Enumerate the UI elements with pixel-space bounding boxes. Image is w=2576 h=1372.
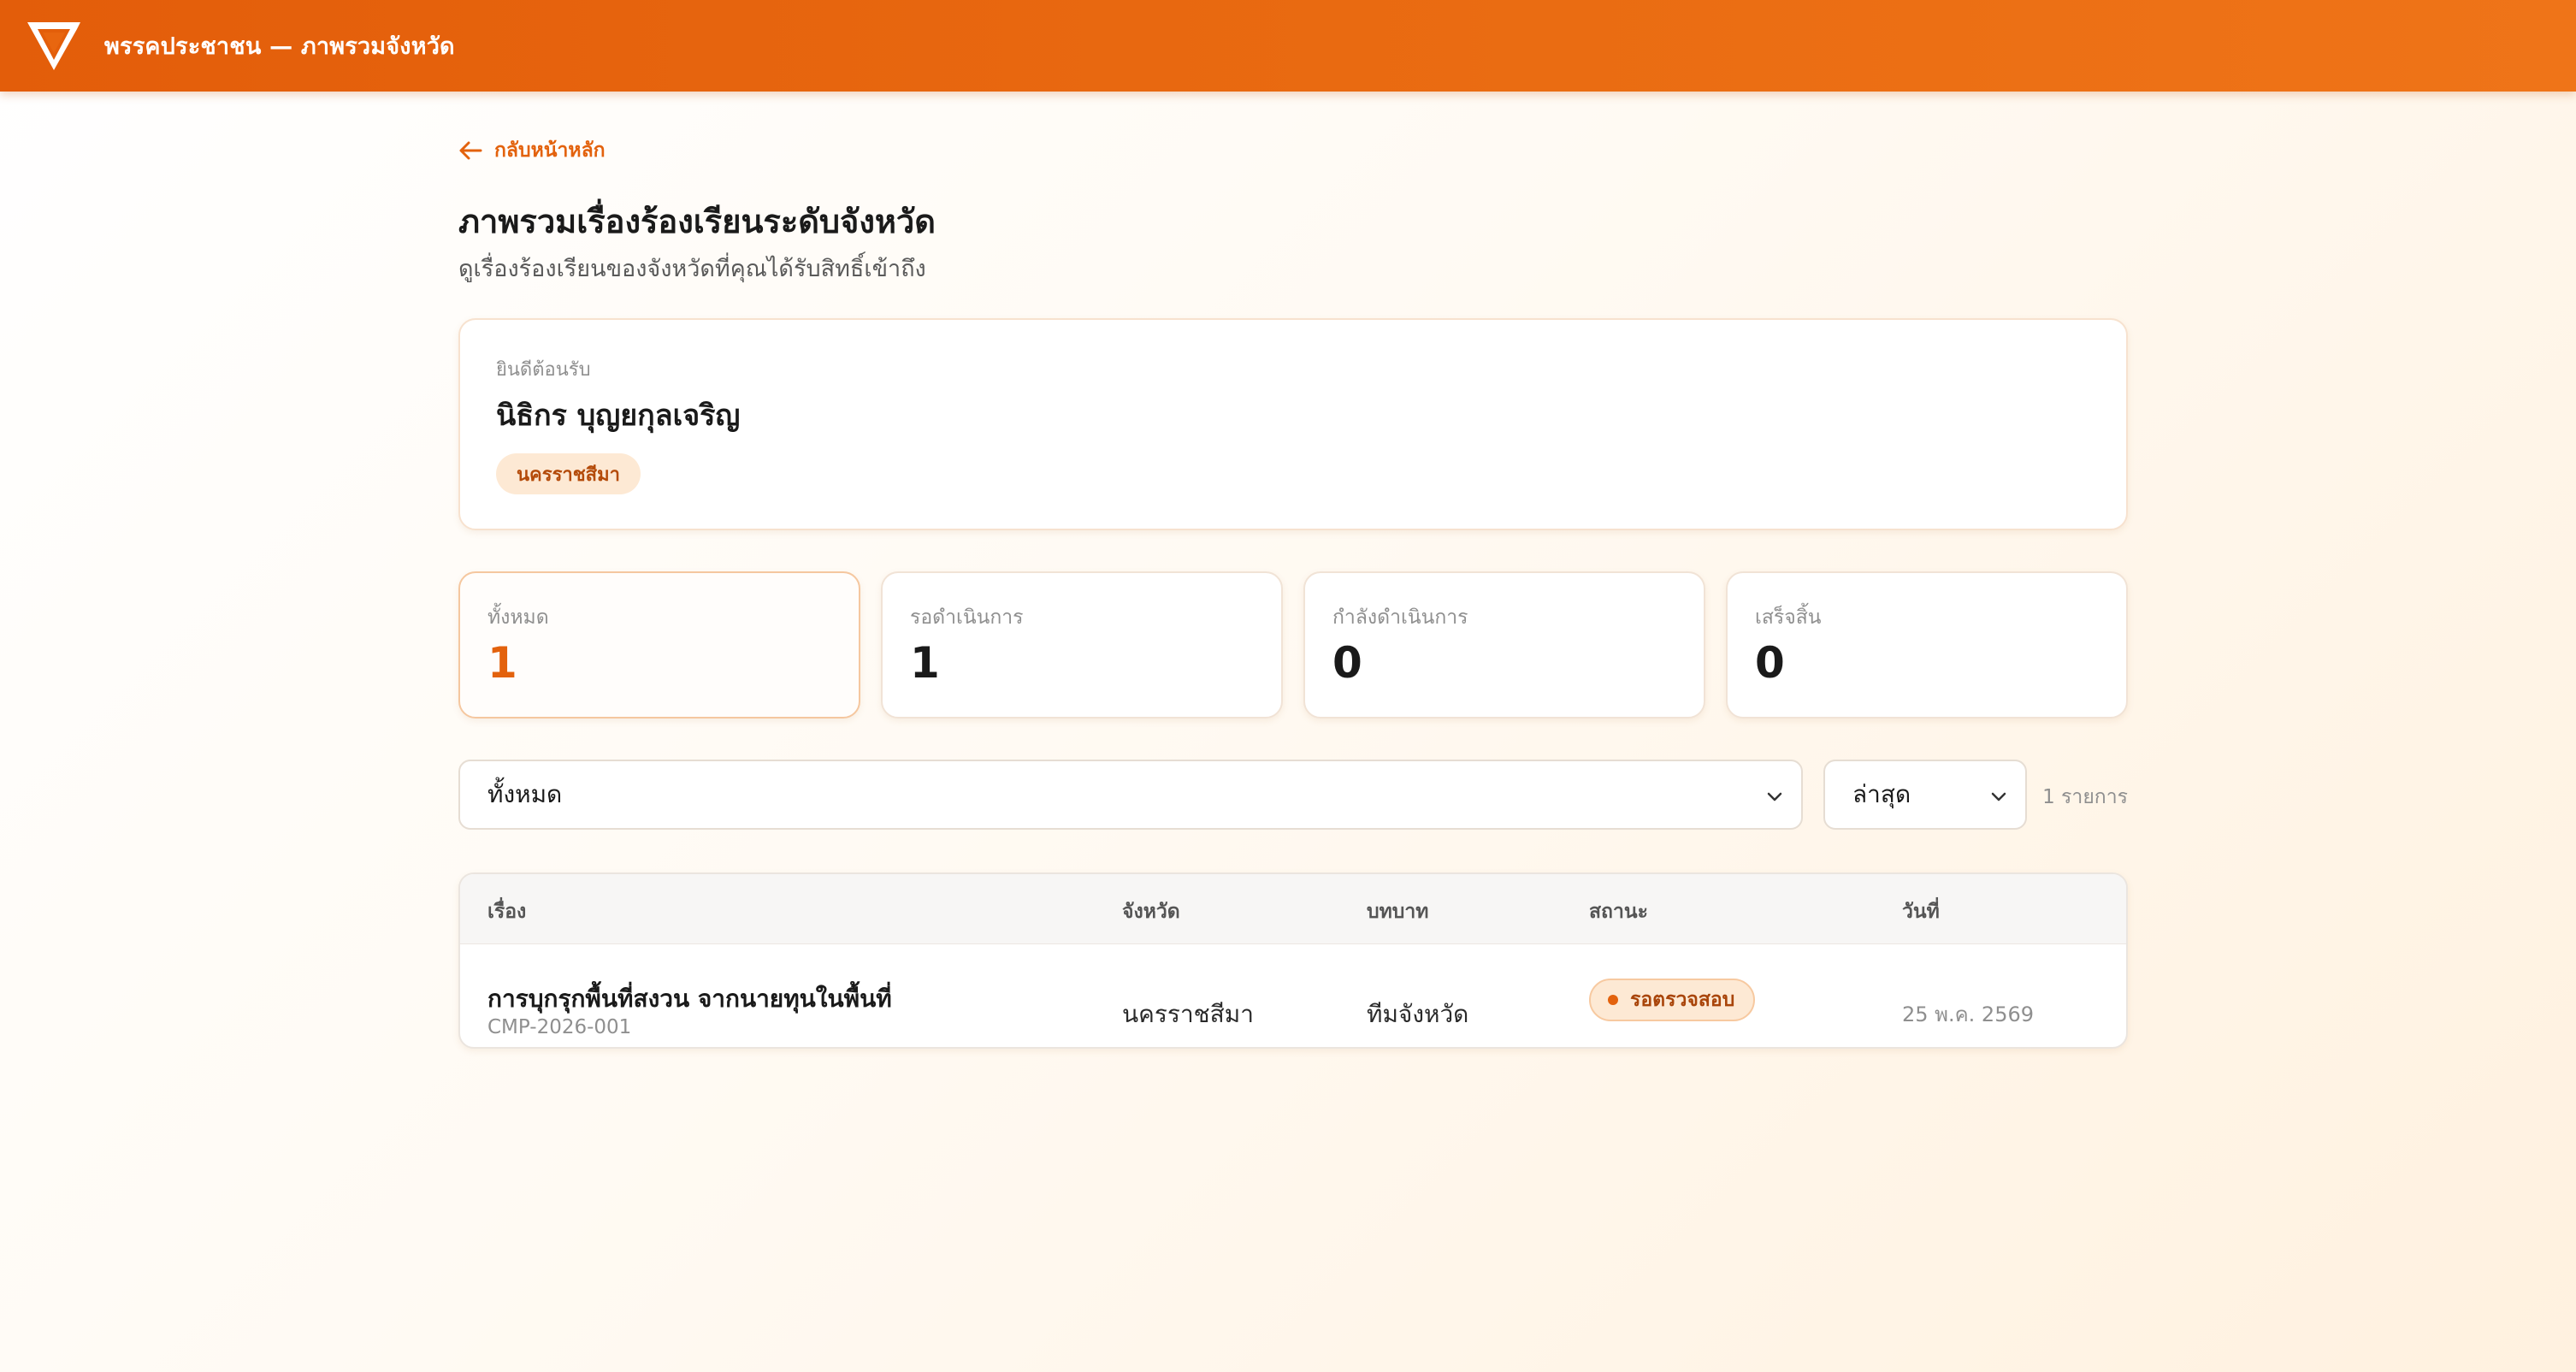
column-header-date: วันที่ — [1902, 901, 1940, 923]
status-label: รอตรวจสอบ — [1630, 989, 1735, 1011]
status-dot-icon — [1608, 995, 1618, 1005]
stat-label: กำลังดำเนินการ — [1332, 606, 1468, 629]
status-filter-value: ทั้งหมด — [487, 780, 563, 808]
chevron-down-icon — [1767, 792, 1782, 801]
user-name: นิธิกร บุญยกุลเจริญ — [496, 399, 741, 433]
welcome-label: ยินดีต้อนรับ — [496, 359, 591, 381]
page-subtitle: ดูเรื่องร้องเรียนของจังหวัดที่คุณได้รับส… — [458, 256, 926, 282]
stat-card-all[interactable]: ทั้งหมด 1 — [458, 571, 860, 719]
column-header-status: สถานะ — [1589, 901, 1648, 923]
page-title: ภาพรวมเรื่องร้องเรียนระดับจังหวัด — [458, 203, 936, 240]
stat-card-pending[interactable]: รอดำเนินการ 1 — [881, 571, 1283, 719]
stat-label: เสร็จสิ้น — [1755, 606, 1822, 629]
complaint-role: ทีมจังหวัด — [1367, 1000, 1469, 1028]
chevron-down-icon — [1991, 792, 2006, 801]
party-logo-icon[interactable] — [26, 21, 82, 72]
complaints-table: เรื่อง จังหวัด บทบาท สถานะ วันที่ การบุก… — [458, 872, 2128, 1049]
status-badge: รอตรวจสอบ — [1589, 979, 1756, 1021]
column-header-role: บทบาท — [1367, 901, 1429, 923]
stat-value: 1 — [910, 638, 940, 688]
stat-label: ทั้งหมด — [487, 606, 549, 629]
column-header-title: เรื่อง — [487, 901, 527, 923]
back-link[interactable]: กลับหน้าหลัก — [458, 135, 606, 166]
complaint-province: นครราชสีมา — [1122, 1000, 1254, 1028]
table-row[interactable]: การบุกรุกพื้นที่สงวน จากนายทุนในพื้นที่ … — [460, 944, 2126, 1047]
sort-value: ล่าสุด — [1852, 780, 1911, 808]
back-link-label: กลับหน้าหลัก — [494, 139, 606, 162]
column-header-province: จังหวัด — [1122, 901, 1180, 923]
sort-select[interactable]: ล่าสุด — [1823, 760, 2027, 830]
complaint-id: CMP-2026-001 — [487, 1016, 632, 1038]
stats-row: ทั้งหมด 1 รอดำเนินการ 1 กำลังดำเนินการ 0… — [458, 571, 2128, 719]
welcome-card: ยินดีต้อนรับ นิธิกร บุญยกุลเจริญ นครราชส… — [458, 318, 2128, 530]
stat-value: 0 — [1755, 638, 1785, 688]
result-count: 1 รายการ — [2042, 786, 2128, 808]
stat-card-completed[interactable]: เสร็จสิ้น 0 — [1726, 571, 2128, 719]
stat-value: 0 — [1332, 638, 1362, 688]
arrow-left-icon — [459, 141, 482, 160]
stat-value: 1 — [487, 638, 517, 688]
stat-card-in-progress[interactable]: กำลังดำเนินการ 0 — [1303, 571, 1705, 719]
status-filter-select[interactable]: ทั้งหมด — [458, 760, 1803, 830]
top-bar: พรรคประชาชน — ภาพรวมจังหวัด — [0, 0, 2576, 92]
province-chip: นครราชสีมา — [496, 453, 641, 494]
complaint-date: 25 พ.ค. 2569 — [1902, 1002, 2035, 1026]
table-header: เรื่อง จังหวัด บทบาท สถานะ วันที่ — [460, 874, 2126, 944]
stat-label: รอดำเนินการ — [910, 606, 1024, 629]
filter-bar: ทั้งหมด ล่าสุด 1 รายการ — [458, 760, 2128, 830]
complaint-title[interactable]: การบุกรุกพื้นที่สงวน จากนายทุนในพื้นที่ — [487, 980, 892, 1018]
header-title: พรรคประชาชน — ภาพรวมจังหวัด — [104, 33, 455, 60]
